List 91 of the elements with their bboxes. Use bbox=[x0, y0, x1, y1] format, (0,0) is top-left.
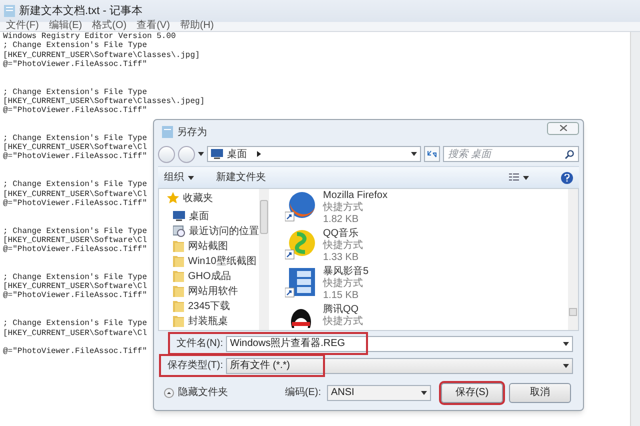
address-bar[interactable]: 桌面 bbox=[207, 146, 421, 162]
menu-item[interactable]: 查看(V) bbox=[136, 21, 170, 31]
close-icon bbox=[560, 125, 566, 131]
chevron-icon bbox=[257, 151, 261, 157]
nav-item[interactable]: 封装瓶桌 bbox=[167, 315, 259, 327]
text-line: @="PhotoViewer.FileAssoc.Tiff" bbox=[3, 347, 148, 356]
field-label: 保存类型(T): bbox=[166, 358, 224, 373]
menu-item[interactable]: 帮助(H) bbox=[180, 21, 214, 31]
dialog-button[interactable]: 取消 bbox=[509, 382, 571, 402]
hide-folders-toggle[interactable]: 隐藏文件夹 bbox=[164, 385, 228, 400]
nav-item[interactable]: 网站用软件 bbox=[167, 285, 259, 297]
text-line: @="PhotoViewer.FileAssoc.Tiff" bbox=[3, 198, 148, 208]
folder-icon bbox=[173, 240, 184, 252]
address-text: 桌面 bbox=[227, 148, 247, 162]
list-view-icon bbox=[509, 172, 519, 182]
folder-icon bbox=[173, 300, 184, 312]
nav-item[interactable]: GHO成品 bbox=[167, 270, 259, 282]
text-line: ; Change Extension's File Type bbox=[3, 319, 148, 328]
nav-item[interactable]: 2345下载 bbox=[167, 300, 259, 312]
file-item[interactable]: Mozilla Firefox 快捷方式 1.82 KB bbox=[285, 190, 568, 225]
encoding-dropdown[interactable]: ANSI bbox=[327, 384, 431, 400]
view-options-button[interactable] bbox=[509, 172, 529, 182]
close-button[interactable] bbox=[547, 122, 579, 134]
menu-item[interactable]: 格式(O) bbox=[92, 21, 127, 31]
text-line: [HKEY_CURRENT_USER\Software\Cl bbox=[3, 282, 148, 292]
dialog-button[interactable]: 保存(S) bbox=[441, 382, 503, 402]
caret-icon bbox=[523, 176, 529, 180]
help-icon bbox=[564, 174, 570, 182]
text-line: [HKEY_CURRENT_USER\Software\Cl bbox=[3, 328, 148, 338]
text-line: @="PhotoViewer.FileAssoc.Tiff" bbox=[3, 60, 148, 69]
new-folder-button[interactable]: 新建文件夹 bbox=[216, 170, 266, 185]
text-line: ; Change Extension's File Type bbox=[3, 134, 148, 143]
search-icon bbox=[565, 150, 574, 158]
scrollbar-thumb[interactable] bbox=[569, 308, 577, 316]
back-button[interactable] bbox=[158, 146, 175, 162]
text-line: @="PhotoViewer.FileAssoc.Tiff" bbox=[3, 152, 148, 162]
scrollbar[interactable] bbox=[259, 189, 269, 330]
recent-places-icon bbox=[173, 225, 185, 237]
refresh-icon bbox=[427, 150, 437, 158]
forward-button[interactable] bbox=[178, 146, 195, 162]
caret-icon bbox=[421, 390, 427, 394]
text-line: ; Change Extension's File Type bbox=[3, 180, 148, 190]
file-item[interactable]: 腾讯QQ 快捷方式 bbox=[285, 304, 568, 330]
text-line: [HKEY_CURRENT_USER\Software\Classes\.jpg] bbox=[3, 50, 200, 60]
collapse-icon bbox=[164, 388, 174, 398]
text-line: [HKEY_CURRENT_USER\Software\Cl bbox=[3, 190, 148, 199]
nav-item[interactable]: 收藏夹 bbox=[167, 192, 259, 204]
folder-icon bbox=[173, 270, 184, 282]
text-line: [HKEY_CURRENT_USER\Software\Classes\.jpeg] bbox=[3, 96, 205, 106]
menu-item[interactable]: 编辑(E) bbox=[48, 21, 82, 31]
notepad-icon bbox=[4, 5, 15, 17]
text-line: ; Change Extension's File Type bbox=[3, 41, 148, 50]
nav-item[interactable]: 网站截图 bbox=[167, 240, 259, 252]
nav-item[interactable]: 桌面 bbox=[167, 210, 259, 222]
monitor-icon bbox=[211, 149, 223, 159]
monitor-icon bbox=[173, 211, 185, 221]
text-line: @="PhotoViewer.FileAssoc.Tiff" bbox=[3, 291, 148, 300]
window-title: 新建文本文档.txt - 记事本 bbox=[19, 4, 142, 19]
caret-icon bbox=[198, 152, 204, 156]
field-label: 文件名(N): bbox=[175, 336, 224, 351]
caret-icon bbox=[188, 176, 194, 180]
refresh-button[interactable] bbox=[424, 146, 440, 162]
folder-icon bbox=[173, 315, 184, 327]
dialog-icon bbox=[162, 126, 173, 138]
caret-icon bbox=[563, 342, 569, 346]
text-line: @="PhotoViewer.FileAssoc.Tiff" bbox=[3, 106, 148, 116]
dialog-title: 另存为 bbox=[177, 126, 207, 140]
text-line: [HKEY_CURRENT_USER\Software\Cl bbox=[3, 143, 148, 152]
star-icon bbox=[167, 192, 179, 204]
scrollbar-thumb[interactable] bbox=[260, 200, 268, 234]
field-label: 编码(E): bbox=[284, 386, 321, 400]
filetype-dropdown[interactable]: 所有文件 (*.*) bbox=[226, 358, 573, 374]
menu-item[interactable]: 文件(F) bbox=[6, 21, 39, 31]
film-strip-icon bbox=[285, 266, 317, 298]
caret-icon bbox=[411, 152, 417, 156]
text-line: Windows Registry Editor Version 5.00 bbox=[3, 32, 176, 41]
nav-item[interactable]: 最近访问的位置 bbox=[167, 225, 259, 237]
text-line: ; Change Extension's File Type bbox=[3, 272, 148, 282]
text-line: ; Change Extension's File Type bbox=[3, 88, 148, 97]
scrollbar[interactable] bbox=[568, 189, 578, 330]
filename-field[interactable]: Windows照片查看器.REG bbox=[226, 336, 573, 352]
help-button[interactable] bbox=[561, 172, 573, 184]
folder-icon bbox=[173, 285, 184, 297]
caret-icon bbox=[563, 364, 569, 368]
organize-button[interactable]: 组织 bbox=[164, 170, 194, 185]
nav-item[interactable]: Win10壁纸截图 bbox=[167, 255, 259, 267]
music-note-icon bbox=[285, 228, 317, 260]
folder-icon bbox=[173, 255, 184, 267]
text-line: ; Change Extension's File Type bbox=[3, 226, 148, 236]
text-line: [HKEY_CURRENT_USER\Software\Cl bbox=[3, 236, 148, 245]
text-line: @="PhotoViewer.FileAssoc.Tiff" bbox=[3, 245, 148, 254]
